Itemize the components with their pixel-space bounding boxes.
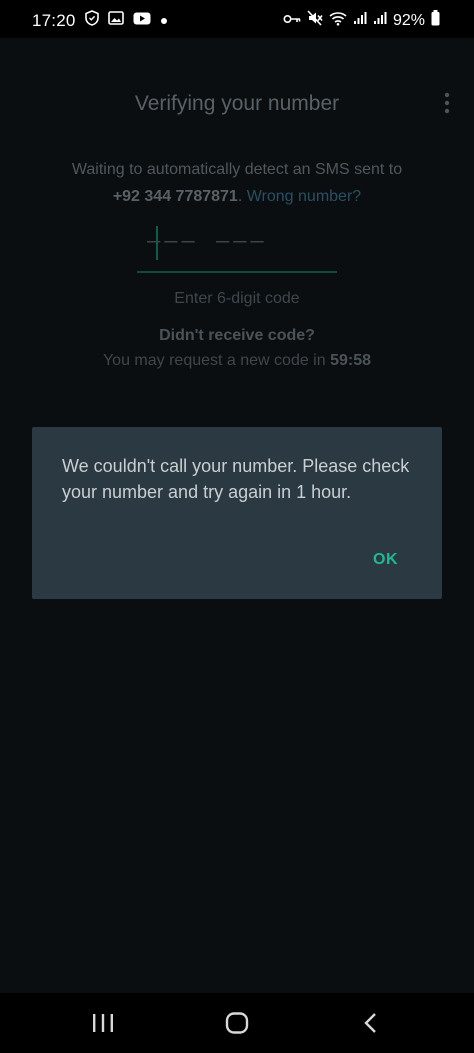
wrong-number-link[interactable]: Wrong number?: [247, 188, 361, 205]
status-right: 92%: [283, 10, 440, 31]
phone-number: +92 344 7787871: [112, 188, 238, 205]
key-icon: [283, 12, 301, 30]
home-button[interactable]: [217, 1005, 257, 1041]
youtube-icon: [133, 12, 151, 30]
request-prefix: You may request a new code in: [102, 352, 326, 369]
mute-icon: [307, 10, 323, 31]
battery-icon: [431, 10, 440, 31]
signal-icon-2: [373, 11, 387, 30]
didnt-receive-heading: Didn't receive code?: [159, 327, 315, 344]
code-hint: Enter 6-digit code: [174, 290, 300, 307]
status-time: 17:20: [32, 10, 76, 30]
shield-icon: [84, 10, 99, 31]
period: .: [237, 188, 243, 205]
page-title: Verifying your number: [134, 92, 340, 115]
resend-timer-line: You may request a new code in 59:58: [0, 352, 474, 370]
verification-screen: Verifying your number Waiting to automat…: [0, 38, 474, 993]
home-icon: [225, 1012, 249, 1034]
dot-icon: [160, 12, 168, 30]
code-input[interactable]: ––– –––: [137, 223, 337, 273]
navigation-bar: [0, 993, 474, 1053]
recent-apps-button[interactable]: [83, 1005, 123, 1041]
more-options-icon[interactable]: [444, 92, 450, 116]
status-left: 17:20: [32, 10, 168, 31]
phone-number-line: +92 344 7787871. Wrong number?: [0, 188, 474, 206]
resend-timer: 59:58: [330, 352, 372, 369]
sms-info-text: Waiting to automatically detect an SMS s…: [71, 161, 403, 178]
signal-icon: [353, 11, 367, 30]
ok-button[interactable]: OK: [371, 547, 400, 573]
recent-apps-icon: [93, 1014, 113, 1032]
dialog-message: We couldn't call your number. Please che…: [62, 456, 410, 502]
wifi-icon: [329, 11, 347, 31]
battery-percent: 92%: [392, 11, 425, 29]
code-placeholder: ––– –––: [147, 229, 268, 254]
image-icon: [107, 11, 124, 30]
screen: 17:20 92% Verifying your number Waiting …: [0, 0, 474, 1053]
error-dialog: We couldn't call your number. Please che…: [32, 427, 442, 599]
back-button[interactable]: [350, 1005, 390, 1041]
status-bar: 17:20 92%: [0, 0, 474, 38]
back-icon: [364, 1013, 376, 1033]
